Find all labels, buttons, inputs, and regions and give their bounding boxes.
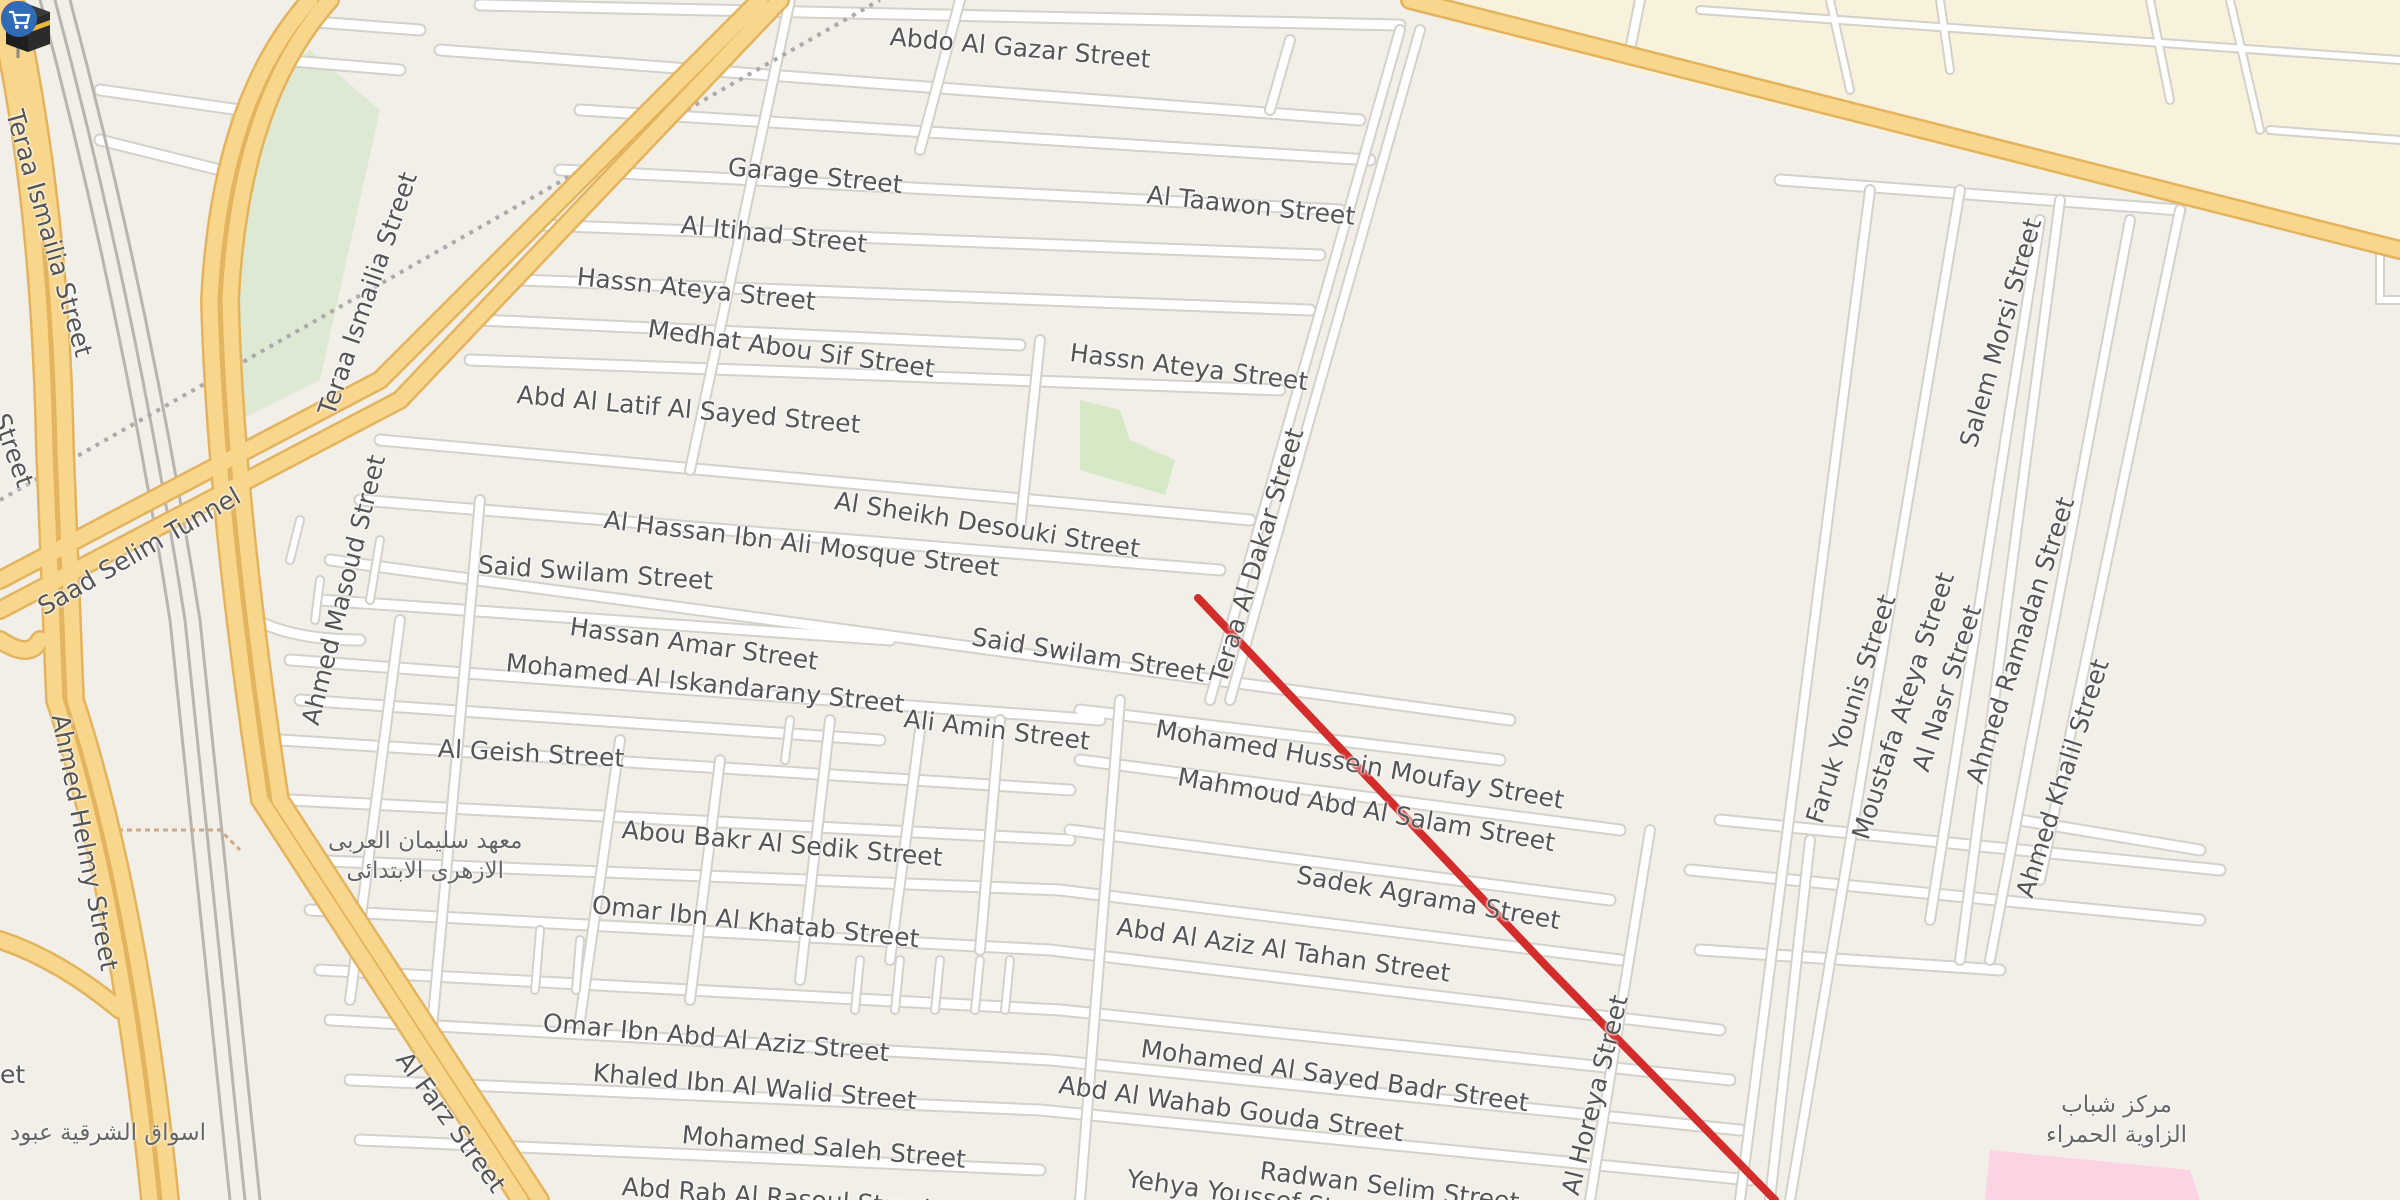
youth-center-label: مركز شباب الزاوية الحمراء <box>2046 1090 2187 1150</box>
map-view[interactable]: Abdo Al Gazar Street Garage Street Al Ta… <box>0 0 2400 1200</box>
youth-center-label-line2: الزاوية الحمراء <box>2046 1122 2188 1148</box>
school-label-line1: معهد سليمان العربى <box>328 828 523 854</box>
park-area-center <box>1080 400 1175 495</box>
school-label: معهد سليمان العربى الازهرى الابتدائى <box>328 826 523 886</box>
shopping-cart-icon[interactable] <box>0 0 38 38</box>
pink-zone <box>1985 1150 2200 1200</box>
youth-center-label-line1: مركز شباب <box>2061 1092 2172 1118</box>
street-label: et <box>0 1060 26 1089</box>
school-label-line2: الازهرى الابتدائى <box>346 858 505 884</box>
market-label: اسواق الشرقية عبود <box>10 1120 207 1146</box>
